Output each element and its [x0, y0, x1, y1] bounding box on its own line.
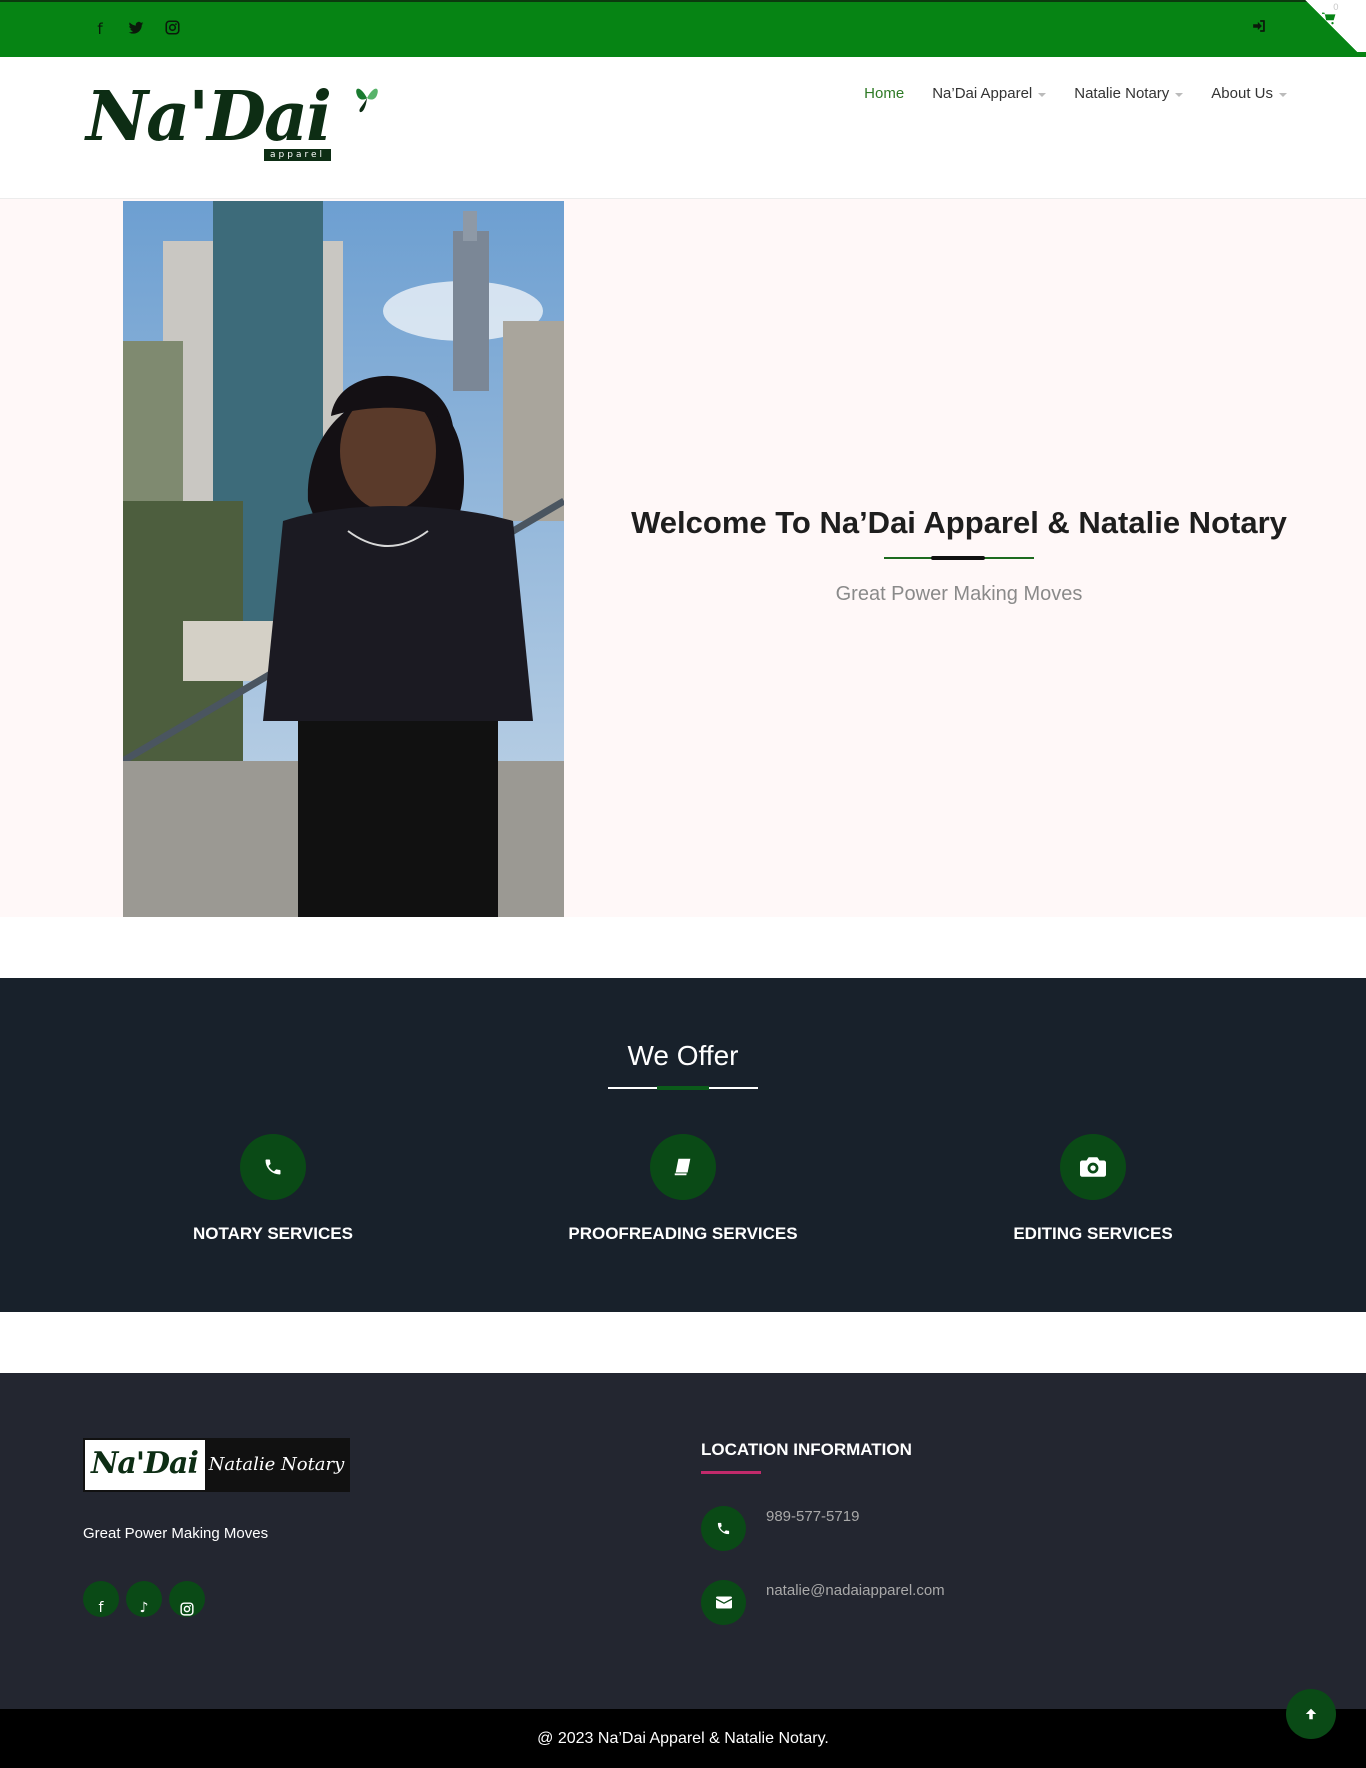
footer-logo[interactable]: Na'Dai Natalie Notary — [83, 1438, 350, 1492]
envelope-icon — [701, 1580, 746, 1625]
site-header: Na'Dai apparel Home Na’Dai Apparel Natal… — [0, 57, 1366, 199]
hero-divider-accent — [931, 556, 985, 560]
service-notary[interactable]: NOTARY SERVICES — [123, 1134, 423, 1244]
footer-tagline: Great Power Making Moves — [83, 1525, 269, 1542]
tiktok-icon[interactable]: ♪ — [126, 1581, 162, 1617]
phone-icon — [240, 1134, 306, 1200]
logo-text: Na'Dai — [86, 77, 332, 157]
facebook-icon[interactable]: f — [83, 1581, 119, 1617]
contact-email-text: natalie@nadaiapparel.com — [766, 1582, 945, 1599]
nav-nadai-apparel[interactable]: Na’Dai Apparel — [932, 85, 1047, 102]
top-social-links: f — [92, 20, 180, 38]
book-icon — [650, 1134, 716, 1200]
nav-natalie-notary-label: Natalie Notary — [1074, 85, 1170, 102]
chevron-down-icon — [1038, 92, 1047, 97]
service-proofreading[interactable]: PROOFREADING SERVICES — [533, 1134, 833, 1244]
hero-title: Welcome To Na’Dai Apparel & Natalie Nota… — [631, 505, 1287, 540]
nav-about-us[interactable]: About Us — [1211, 85, 1287, 102]
instagram-icon[interactable] — [164, 20, 180, 38]
service-editing[interactable]: EDITING SERVICES — [943, 1134, 1243, 1244]
site-footer: Na'Dai Natalie Notary Great Power Making… — [0, 1373, 1366, 1709]
top-bar: f 0 — [0, 0, 1366, 57]
offer-divider-accent — [657, 1086, 709, 1090]
hero-subtitle: Great Power Making Moves — [835, 583, 1083, 605]
nav-home[interactable]: Home — [864, 85, 904, 102]
camera-icon — [1060, 1134, 1126, 1200]
contact-email[interactable]: natalie@nadaiapparel.com — [701, 1580, 945, 1625]
contact-phone[interactable]: 989-577-5719 — [701, 1506, 859, 1551]
back-to-top-button[interactable] — [1286, 1689, 1336, 1739]
offer-title: We Offer — [627, 1040, 739, 1071]
nav-natalie-notary[interactable]: Natalie Notary — [1074, 85, 1184, 102]
twitter-icon[interactable] — [128, 20, 144, 38]
copyright-bar: @ 2023 Na’Dai Apparel & Natalie Notary. — [0, 1709, 1366, 1768]
cart-icon[interactable] — [1322, 12, 1336, 29]
butterfly-icon — [356, 88, 378, 113]
footer-logo-left: Na'Dai — [85, 1440, 205, 1490]
site-logo[interactable]: Na'Dai apparel — [86, 75, 390, 173]
arrow-up-icon — [1305, 1708, 1317, 1720]
location-title: LOCATION INFORMATION — [701, 1440, 912, 1459]
facebook-icon[interactable]: f — [92, 20, 108, 38]
copyright-text: @ 2023 Na’Dai Apparel & Natalie Notary. — [537, 1730, 829, 1747]
nav-about-us-label: About Us — [1211, 85, 1273, 102]
chevron-down-icon — [1279, 92, 1287, 97]
nav-home-label: Home — [864, 85, 905, 102]
footer-social-links: f ♪ — [83, 1581, 205, 1617]
chevron-down-icon — [1175, 92, 1184, 97]
service-notary-label: NOTARY SERVICES — [193, 1224, 353, 1243]
service-editing-label: EDITING SERVICES — [1013, 1224, 1173, 1243]
footer-logo-right: Natalie Notary — [208, 1454, 345, 1475]
main-nav: Home Na’Dai Apparel Natalie Notary About… — [864, 85, 1287, 102]
phone-icon — [701, 1506, 746, 1551]
nav-nadai-apparel-label: Na’Dai Apparel — [932, 85, 1033, 102]
instagram-icon[interactable] — [169, 1581, 205, 1617]
logo-subtitle: apparel — [264, 149, 331, 161]
location-divider — [701, 1471, 761, 1474]
hero-section: Welcome To Na’Dai Apparel & Natalie Nota… — [0, 199, 1366, 917]
contact-phone-text: 989-577-5719 — [766, 1508, 860, 1525]
login-icon[interactable] — [1252, 19, 1268, 37]
hero-photo — [123, 201, 564, 917]
service-proofreading-label: PROOFREADING SERVICES — [568, 1224, 798, 1243]
offer-section: We Offer NOTARY SERVICES PROOFREADING SE… — [0, 978, 1366, 1312]
cart-count-badge: 0 — [1333, 3, 1339, 13]
